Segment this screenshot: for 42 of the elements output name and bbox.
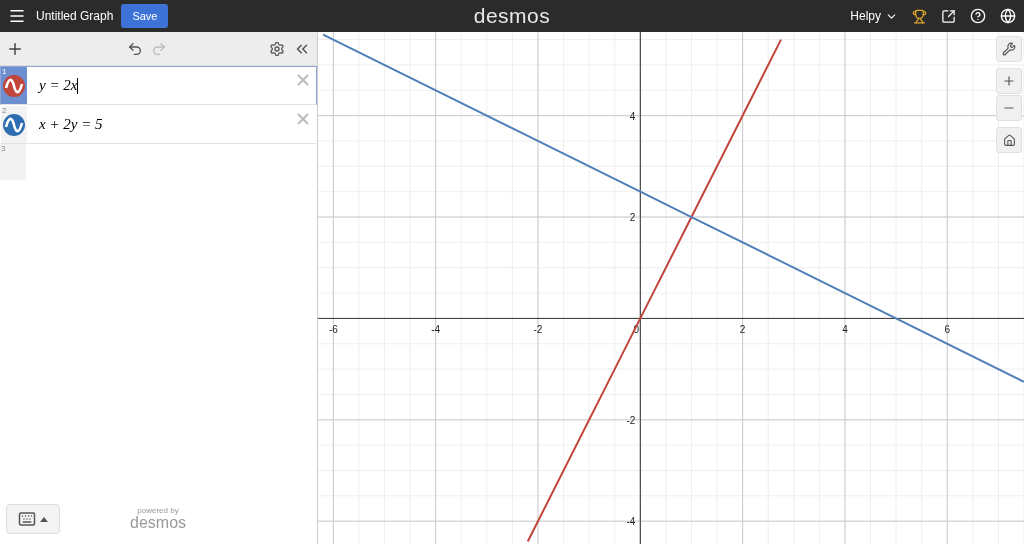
- x-tick-label: -2: [533, 324, 543, 336]
- y-tick-label: 2: [629, 212, 636, 224]
- y-tick-label: 4: [629, 110, 636, 122]
- plus-icon: [1002, 74, 1016, 88]
- logo: desmos: [473, 4, 551, 28]
- keyboard-button[interactable]: [6, 504, 60, 534]
- expression-row[interactable]: 2 x + 2y = 5: [0, 105, 317, 144]
- x-tick-label: -6: [328, 324, 338, 336]
- zoom-in-button[interactable]: [996, 68, 1022, 94]
- expression-text[interactable]: x + 2y = 5: [39, 116, 103, 133]
- home-button[interactable]: [996, 127, 1022, 153]
- share-icon[interactable]: [941, 8, 956, 24]
- help-icon[interactable]: [970, 8, 986, 24]
- wave-icon[interactable]: [3, 74, 25, 97]
- trophy-icon[interactable]: [912, 8, 927, 24]
- y-tick-label: -2: [626, 414, 636, 426]
- triangle-up-icon: [40, 516, 48, 522]
- wave-icon[interactable]: [3, 113, 25, 136]
- home-icon: [1002, 133, 1016, 147]
- x-tick-label: 4: [842, 324, 848, 336]
- globe-icon[interactable]: [1000, 8, 1016, 24]
- x-tick-label: 6: [944, 324, 951, 336]
- settings-icon[interactable]: [269, 40, 285, 57]
- menu-icon[interactable]: [8, 7, 26, 25]
- x-tick-label: -4: [431, 324, 441, 336]
- undo-icon[interactable]: [126, 40, 143, 57]
- expression-row[interactable]: 1 y = 2x: [0, 66, 317, 105]
- powered-by-text: powered by: [137, 507, 179, 515]
- expression-index: 3: [1, 144, 6, 153]
- wrench-icon: [1002, 42, 1016, 56]
- expression-text[interactable]: y = 2x: [39, 77, 78, 94]
- expression-index: 1: [2, 67, 7, 76]
- keyboard-icon: [18, 510, 36, 528]
- x-tick-label: 2: [739, 324, 746, 336]
- save-button[interactable]: Save: [121, 4, 169, 28]
- brand-logo: desmos: [130, 515, 187, 531]
- settings-button[interactable]: [996, 36, 1022, 62]
- y-tick-label: -4: [626, 516, 636, 528]
- expression-index: 2: [2, 106, 7, 115]
- text-cursor: [77, 77, 79, 94]
- graph-title[interactable]: Untitled Graph: [36, 9, 114, 23]
- user-menu[interactable]: Helpy: [850, 9, 898, 23]
